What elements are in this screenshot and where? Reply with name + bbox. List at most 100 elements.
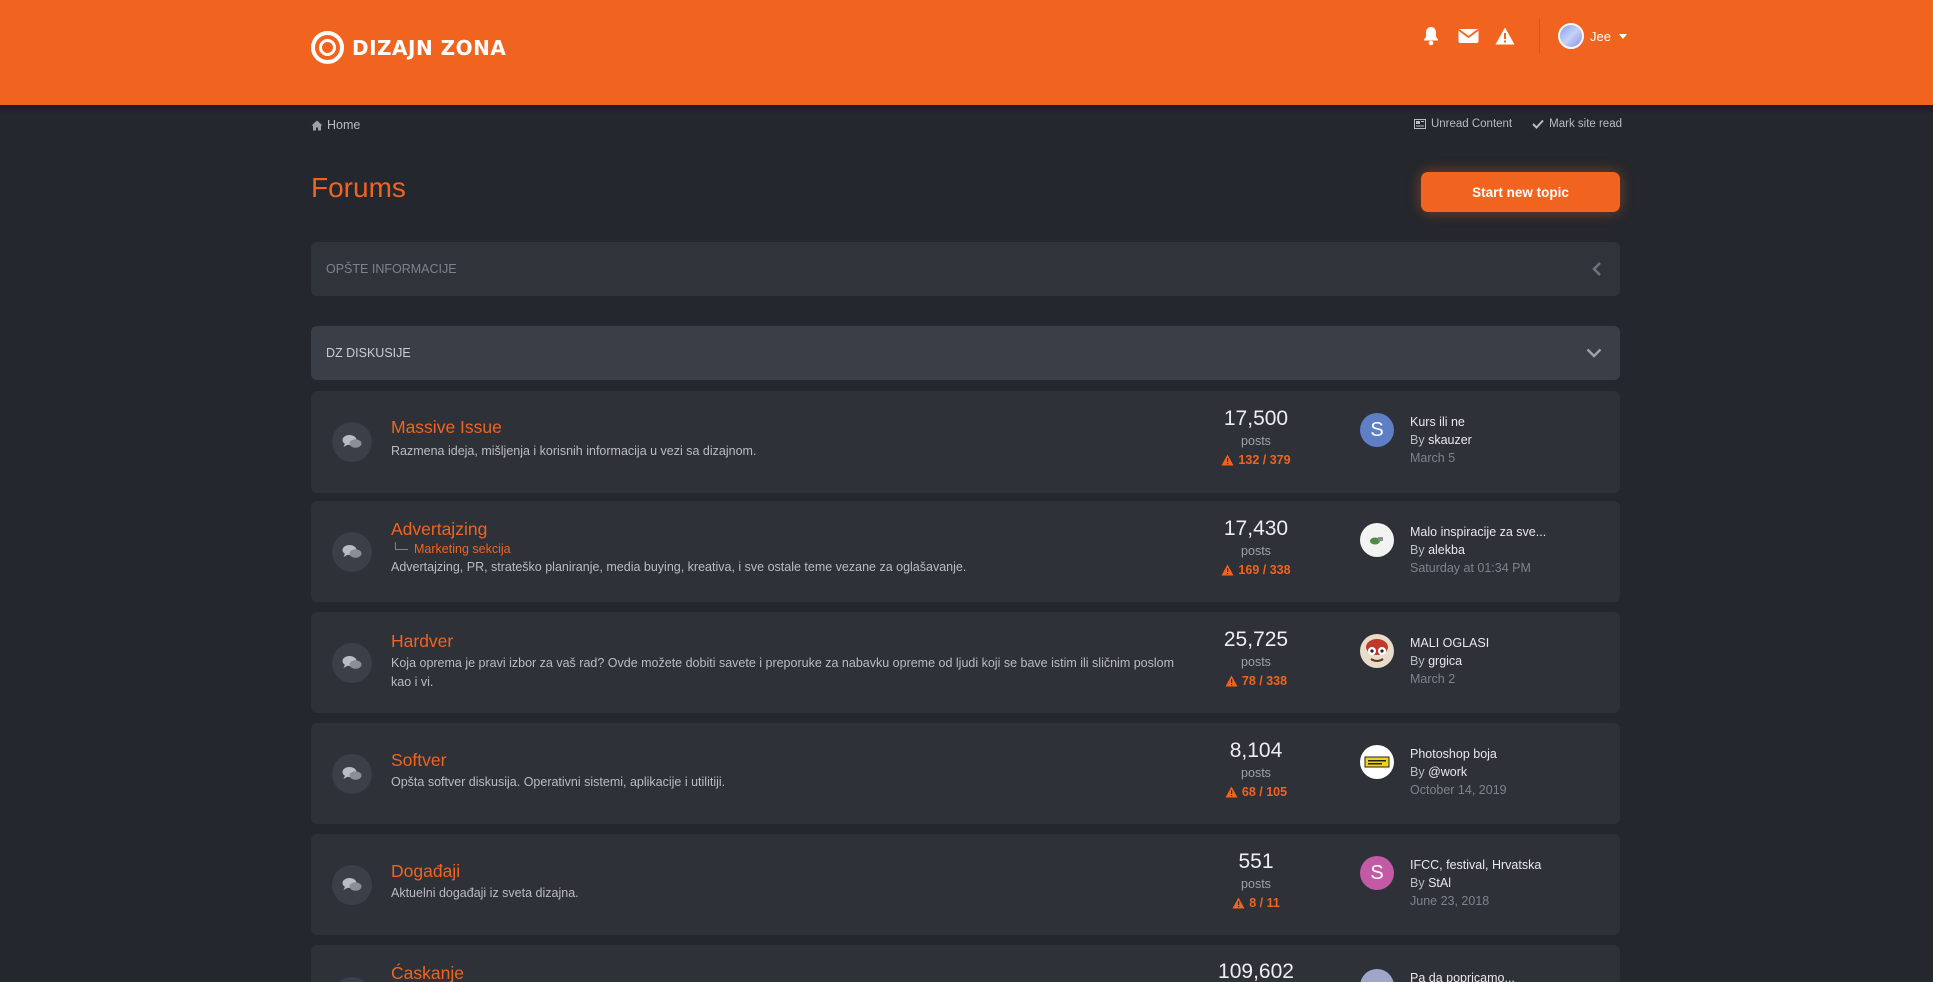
forum-title[interactable]: Massive Issue (391, 417, 1191, 438)
chevron-down-icon (1586, 348, 1602, 358)
forum-title[interactable]: Događaji (391, 861, 1191, 882)
post-count: 17,500 (1223, 407, 1289, 430)
warning-icon (1225, 786, 1238, 798)
last-post-author: By grgica (1410, 652, 1610, 670)
last-post-date: June 23, 2018 (1410, 894, 1490, 908)
forum-title[interactable]: Hardver (391, 631, 1191, 652)
site-header: DIZAJN ZONA Jee (0, 0, 1933, 105)
by-label: By (1410, 433, 1425, 447)
report-count-value: 68 / 105 (1241, 785, 1288, 799)
report-count-value: 8 / 11 (1249, 896, 1280, 910)
forum-stats: 17,430 posts 169 / 338 (1206, 517, 1306, 577)
by-label: By (1410, 654, 1425, 668)
forum-row: Događaji Aktuelni događaji iz sveta diza… (311, 834, 1620, 935)
start-new-topic-button[interactable]: Start new topic (1421, 172, 1620, 212)
subforum-title: Marketing sekcija (414, 542, 511, 556)
chevron-left-icon (1592, 262, 1601, 276)
comments-icon (332, 864, 372, 905)
forum-row: Massive Issue Razmena ideja, mišljenja i… (311, 391, 1620, 493)
forum-title[interactable]: Softver (391, 750, 1191, 771)
avatar[interactable]: S (1360, 413, 1394, 447)
user-name: Jee (1590, 28, 1611, 44)
header-divider (1539, 19, 1540, 53)
forum-stats: 8,104 posts 68 / 105 (1206, 739, 1306, 799)
user-menu[interactable]: Jee (1558, 23, 1627, 49)
author-link[interactable]: StAl (1428, 876, 1451, 890)
by-label: By (1410, 765, 1425, 779)
report-count[interactable]: 132 / 379 (1206, 453, 1306, 467)
author-link[interactable]: alekba (1428, 543, 1465, 557)
forum-stats: 551 posts 8 / 11 (1206, 850, 1306, 910)
category-title: OPŠTE INFORMACIJE (326, 262, 457, 276)
last-post-date: October 14, 2019 (1410, 783, 1507, 797)
last-post-title[interactable]: IFCC, festival, Hrvatska (1410, 856, 1610, 874)
forum-description: Advertajzing, PR, strateško planiranje, … (391, 560, 967, 574)
avatar[interactable] (1360, 523, 1394, 557)
author-link[interactable]: grgica (1428, 654, 1462, 668)
post-count: 551 (1238, 850, 1274, 873)
forum-title[interactable]: Advertajzing (391, 519, 1191, 540)
breadcrumb-home[interactable]: Home (327, 118, 360, 132)
home-icon (311, 120, 323, 130)
warning-icon (1221, 454, 1234, 466)
brand-name: DIZAJN ZONA (352, 35, 507, 60)
forum-description: Koja oprema je pravi izbor za vaš rad? O… (391, 656, 1175, 689)
by-label: By (1410, 543, 1425, 557)
forum-stats: 109,602 (1206, 960, 1306, 982)
post-count-label: posts (1241, 877, 1271, 891)
bell-icon[interactable] (1416, 24, 1446, 48)
report-count[interactable]: 78 / 338 (1206, 674, 1306, 688)
author-link[interactable]: skauzer (1428, 433, 1472, 447)
post-count: 8,104 (1229, 739, 1283, 762)
by-label: By (1410, 876, 1425, 890)
last-post-title[interactable]: Malo inspiracije za sve... (1410, 523, 1610, 541)
mark-site-read-label: Mark site read (1549, 118, 1622, 130)
warning-icon (1221, 564, 1234, 576)
warning-icon (1232, 897, 1245, 909)
mail-icon[interactable] (1453, 24, 1483, 48)
avatar[interactable] (1360, 634, 1394, 668)
report-count[interactable]: 68 / 105 (1206, 785, 1306, 799)
subforum-elbow-icon: └─ (391, 542, 409, 556)
last-post-title[interactable]: Kurs ili ne (1410, 413, 1610, 431)
subforum-link[interactable]: └─ Marketing sekcija (391, 542, 1191, 556)
post-count-label: posts (1241, 655, 1271, 669)
comments-icon (332, 531, 372, 572)
forum-row: Advertajzing └─ Marketing sekcija Adverta… (311, 501, 1620, 602)
site-logo[interactable]: DIZAJN ZONA (311, 31, 506, 64)
page-title: Forums (311, 172, 406, 203)
breadcrumb: Home (311, 118, 360, 132)
avatar[interactable] (1360, 745, 1394, 779)
unread-content-label: Unread Content (1430, 118, 1513, 130)
avatar[interactable]: S (1360, 856, 1394, 890)
last-post-title[interactable]: Photoshop boja (1410, 745, 1610, 763)
header-shadow (0, 105, 1933, 115)
user-bar: Jee (1416, 19, 1627, 53)
report-count[interactable]: 169 / 338 (1206, 563, 1306, 577)
newspaper-icon (1413, 119, 1426, 129)
last-post-title[interactable]: Pa da popricamo... (1410, 969, 1610, 982)
forum-stats: 25,725 posts 78 / 338 (1206, 628, 1306, 688)
last-post-author: By @work (1410, 763, 1610, 781)
last-post-title[interactable]: MALI OGLASI (1410, 634, 1610, 652)
post-count-label: posts (1241, 434, 1271, 448)
forum-description: Razmena ideja, mišljenja i korisnih info… (391, 444, 757, 458)
post-count-label: posts (1241, 544, 1271, 558)
author-link[interactable]: @work (1428, 765, 1467, 779)
category-header-dz-diskusije[interactable]: DZ DISKUSIJE (311, 326, 1620, 380)
forum-stats: 17,500 posts 132 / 379 (1206, 407, 1306, 467)
user-avatar (1558, 23, 1584, 49)
comments-icon (332, 753, 372, 794)
post-count-label: posts (1241, 766, 1271, 780)
mark-site-read-link[interactable]: Mark site read (1532, 118, 1622, 130)
warning-icon[interactable] (1490, 24, 1520, 48)
last-post-author: By alekba (1410, 541, 1610, 559)
avatar[interactable] (1360, 969, 1394, 982)
category-header-opste-informacije[interactable]: OPŠTE INFORMACIJE (311, 242, 1620, 296)
report-count-value: 78 / 338 (1241, 674, 1288, 688)
forum-title[interactable]: Ćaskanje (391, 963, 1191, 982)
comments-icon (332, 422, 372, 462)
unread-content-link[interactable]: Unread Content (1413, 118, 1513, 130)
last-post-date: March 2 (1410, 672, 1456, 686)
report-count[interactable]: 8 / 11 (1206, 896, 1306, 910)
